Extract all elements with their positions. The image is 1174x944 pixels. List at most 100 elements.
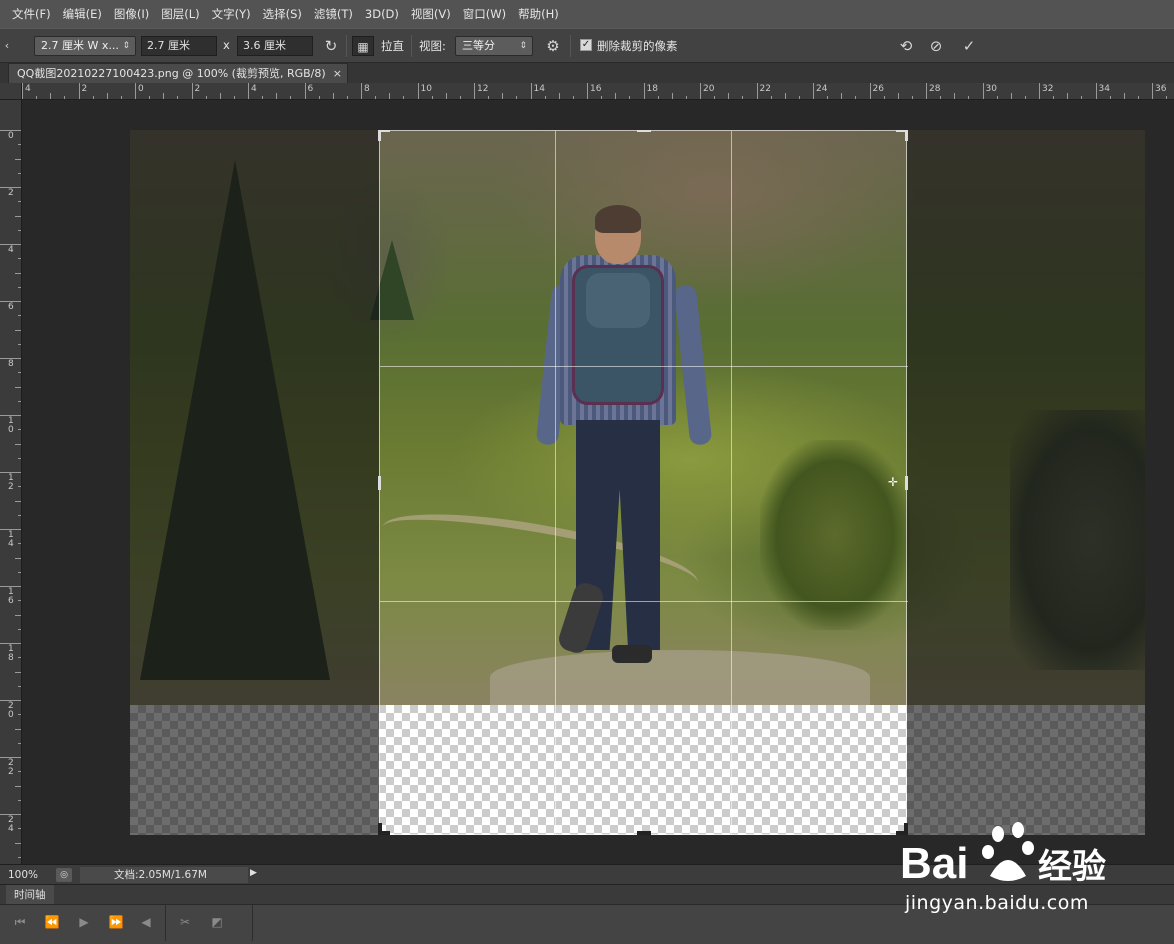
ruler-minor-tick [488, 96, 490, 99]
crop-handle-left[interactable] [378, 476, 381, 490]
ruler-label: 4 [251, 84, 257, 94]
menu-type[interactable]: 文字(Y) [206, 0, 257, 28]
crop-handle-top[interactable] [637, 130, 651, 132]
ruler-label: 6 [307, 84, 314, 94]
menu-file[interactable]: 文件(F) [6, 0, 57, 28]
crop-handle-bottom-left[interactable] [378, 823, 382, 835]
ruler-minor-tick [15, 728, 21, 730]
ruler-minor-tick [18, 514, 21, 516]
ruler-minor-tick [544, 96, 546, 99]
first-frame-icon[interactable]: ⏮ [10, 915, 30, 930]
timeline-tab[interactable]: 时间轴 [6, 885, 54, 905]
audio-icon[interactable]: ◀ [136, 915, 156, 929]
ruler-minor-tick [827, 96, 829, 99]
ruler-label: 1 0 [8, 416, 14, 435]
chevron-updown-icon: ⇕ [519, 41, 527, 51]
zoom-level[interactable]: 100% [8, 867, 48, 883]
grid-line-horizontal [380, 601, 908, 602]
ruler-minor-tick [657, 96, 659, 99]
ruler-minor-tick [18, 286, 21, 288]
document-image[interactable]: ✛ [130, 130, 1145, 835]
crop-handle-top-left[interactable] [378, 130, 381, 141]
scissors-icon[interactable]: ✂ [175, 915, 195, 929]
ruler-minor-tick [18, 172, 21, 174]
ruler-minor-tick [431, 96, 433, 99]
delete-cropped-pixels-checkbox[interactable]: ✓ [580, 39, 592, 51]
dimension-separator: x [223, 38, 230, 52]
ruler-minor-tick [346, 96, 348, 99]
ruler-label: 26 [872, 84, 884, 94]
ruler-minor-tick [106, 93, 108, 99]
ruler-minor-tick [15, 443, 21, 445]
commit-icon[interactable]: ✓ [958, 36, 980, 56]
canvas-area[interactable]: ✛ [22, 100, 1174, 864]
crop-handle-top-right[interactable] [905, 130, 908, 141]
delete-cropped-pixels-label[interactable]: 删除裁剪的像素 [597, 38, 678, 54]
ruler-label: 16 [590, 84, 602, 94]
ratio-preset-select[interactable]: 2.7 厘米 W x... ⇕ [34, 36, 136, 56]
rotate-icon[interactable]: ↻ [320, 36, 342, 56]
menu-view[interactable]: 视图(V) [405, 0, 457, 28]
close-icon[interactable]: × [333, 64, 342, 83]
ruler-minor-tick [15, 386, 21, 388]
straighten-label[interactable]: 拉直 [381, 38, 404, 54]
transition-icon[interactable]: ◩ [207, 915, 227, 929]
ruler-minor-tick [18, 372, 21, 374]
ruler-minor-tick [318, 96, 320, 99]
ruler-minor-tick [841, 93, 843, 99]
brand-text: Bai [900, 839, 968, 888]
previous-frame-icon[interactable]: ⏪ [42, 915, 62, 929]
crop-width-field[interactable]: 2.7 厘米 [141, 36, 217, 56]
play-icon[interactable]: ▶ [74, 915, 94, 929]
ruler-horizontal[interactable]: 4 2 0 2 4 6 8 10 12 14 16 18 20 22 24 26 28 30 32 34 36 [22, 83, 1174, 100]
ruler-tick [78, 83, 80, 99]
ruler-label: 4 [8, 245, 14, 255]
menu-help[interactable]: 帮助(H) [512, 0, 565, 28]
divider [411, 35, 412, 57]
divider [252, 905, 253, 941]
ruler-minor-tick [18, 229, 21, 231]
overlay-view-value: 三等分 [462, 39, 495, 52]
ruler-minor-tick [219, 93, 221, 99]
ruler-minor-tick [18, 685, 21, 687]
menu-window[interactable]: 窗口(W) [457, 0, 512, 28]
tool-preset-icon[interactable]: ‹ [0, 36, 14, 56]
ruler-minor-tick [36, 96, 38, 99]
gear-icon[interactable]: ⚙ [542, 36, 564, 56]
ruler-minor-tick [18, 486, 21, 488]
straighten-icon[interactable]: ▦ [352, 36, 374, 56]
ruler-minor-tick [18, 571, 21, 573]
ruler-minor-tick [968, 96, 970, 99]
menu-edit[interactable]: 编辑(E) [57, 0, 108, 28]
cancel-icon[interactable]: ⊘ [925, 36, 947, 56]
status-menu-arrow-icon[interactable]: ▶ [250, 868, 257, 878]
ruler-corner[interactable] [0, 83, 22, 100]
options-bar: ‹ 2.7 厘米 W x... ⇕ 2.7 厘米 x 3.6 厘米 ↻ ▦ 拉直… [0, 28, 1174, 63]
menu-filter[interactable]: 滤镜(T) [308, 0, 359, 28]
document-info[interactable]: 文档:2.05M/1.67M [80, 867, 248, 883]
menu-3d[interactable]: 3D(D) [359, 0, 405, 28]
ruler-minor-tick [18, 771, 21, 773]
ruler-minor-tick [1010, 93, 1012, 99]
ruler-minor-tick [120, 96, 122, 99]
ruler-vertical[interactable]: 0 2 4 6 8 1 0 1 2 1 4 1 6 1 8 2 0 2 2 2 4 [0, 100, 22, 864]
overlay-view-select[interactable]: 三等分 ⇕ [455, 36, 533, 56]
crop-handle-bottom[interactable] [637, 831, 651, 835]
ruler-minor-tick [18, 201, 21, 203]
share-icon[interactable]: ◎ [56, 868, 72, 882]
ruler-minor-tick [1024, 96, 1026, 99]
menu-select[interactable]: 选择(S) [257, 0, 308, 28]
menu-layer[interactable]: 图层(L) [155, 0, 205, 28]
ruler-minor-tick [1166, 96, 1168, 99]
crop-height-field[interactable]: 3.6 厘米 [237, 36, 313, 56]
crop-handle-right[interactable] [905, 476, 908, 490]
menu-image[interactable]: 图像(I) [108, 0, 155, 28]
reset-icon[interactable]: ⟲ [895, 36, 917, 56]
document-tab[interactable]: QQ截图20210227100423.png @ 100% (裁剪预览, RGB… [8, 63, 348, 83]
ruler-minor-tick [15, 842, 21, 844]
crop-box[interactable]: ✛ [378, 130, 908, 835]
ratio-preset-value: 2.7 厘米 W x... [41, 39, 119, 52]
ruler-label: 32 [1042, 84, 1054, 94]
next-frame-icon[interactable]: ⏩ [106, 915, 126, 929]
ruler-minor-tick [671, 93, 673, 99]
